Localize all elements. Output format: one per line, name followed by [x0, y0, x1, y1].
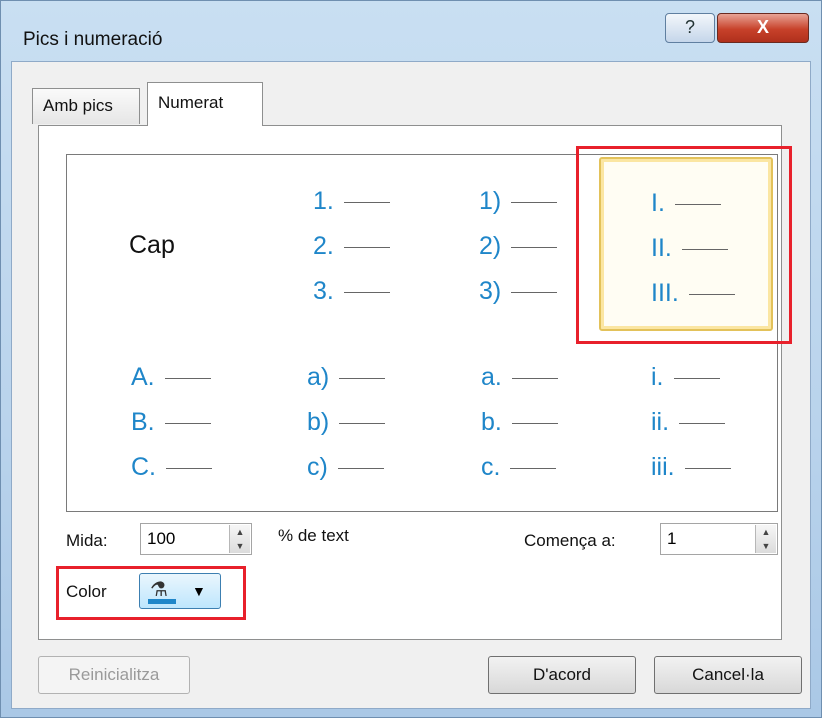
- start-at-label: Comença a:: [524, 531, 616, 550]
- numbering-style-none[interactable]: Cap: [67, 155, 241, 329]
- cancel-button[interactable]: Cancel·la: [654, 656, 802, 694]
- highlight-selected-style: [576, 146, 792, 344]
- close-button[interactable]: X: [717, 13, 809, 43]
- numbering-style-roman-lower[interactable]: i. ii. iii.: [601, 333, 775, 507]
- list-item: c): [307, 453, 384, 483]
- numbering-style-alpha-lower-period[interactable]: a. b. c.: [423, 333, 597, 507]
- highlight-color: [56, 566, 246, 620]
- list-item: b.: [481, 408, 558, 438]
- spin-down-icon[interactable]: ▼: [230, 539, 250, 553]
- list-item: 2): [479, 232, 558, 262]
- list-item: 1.: [313, 187, 390, 217]
- numbering-style-arabic-paren[interactable]: 1) 2) 3): [423, 155, 597, 329]
- tab-numbered[interactable]: Numerat: [147, 82, 263, 126]
- list-item: A.: [131, 363, 211, 393]
- start-at-spin-arrows[interactable]: ▲ ▼: [755, 525, 776, 553]
- list-item: 2.: [313, 232, 390, 262]
- list-item: 3): [479, 277, 558, 307]
- spin-up-icon[interactable]: ▲: [756, 525, 776, 539]
- spin-down-icon[interactable]: ▼: [756, 539, 776, 553]
- list-item: c.: [481, 453, 557, 483]
- ok-button[interactable]: D'acord: [488, 656, 636, 694]
- tab-bulleted[interactable]: Amb pics: [32, 88, 140, 124]
- list-item: a.: [481, 363, 558, 393]
- list-item: a): [307, 363, 386, 393]
- help-button[interactable]: ?: [665, 13, 715, 43]
- list-item: 1): [479, 187, 558, 217]
- size-suffix: % de text: [278, 526, 349, 545]
- start-at-spinner[interactable]: 1 ▲ ▼: [660, 523, 778, 555]
- size-spinner[interactable]: 100 ▲ ▼: [140, 523, 252, 555]
- none-label: Cap: [129, 231, 175, 259]
- list-item: C.: [131, 453, 212, 483]
- list-item: B.: [131, 408, 211, 438]
- list-item: i.: [651, 363, 720, 393]
- numbering-style-alpha-upper[interactable]: A. B. C.: [67, 333, 241, 507]
- list-item: b): [307, 408, 386, 438]
- numbering-style-alpha-lower-paren[interactable]: a) b) c): [245, 333, 419, 507]
- size-label: Mida:: [66, 531, 108, 550]
- size-spin-arrows[interactable]: ▲ ▼: [229, 525, 250, 553]
- list-item: iii.: [651, 453, 731, 483]
- numbering-style-arabic-period[interactable]: 1. 2. 3.: [245, 155, 419, 329]
- size-value: 100: [147, 529, 176, 548]
- list-item: 3.: [313, 277, 390, 307]
- reset-button[interactable]: Reinicialitza: [38, 656, 190, 694]
- spin-up-icon[interactable]: ▲: [230, 525, 250, 539]
- list-item: ii.: [651, 408, 726, 438]
- start-at-value: 1: [667, 529, 677, 548]
- dialog-title: Pics i numeració: [23, 29, 163, 50]
